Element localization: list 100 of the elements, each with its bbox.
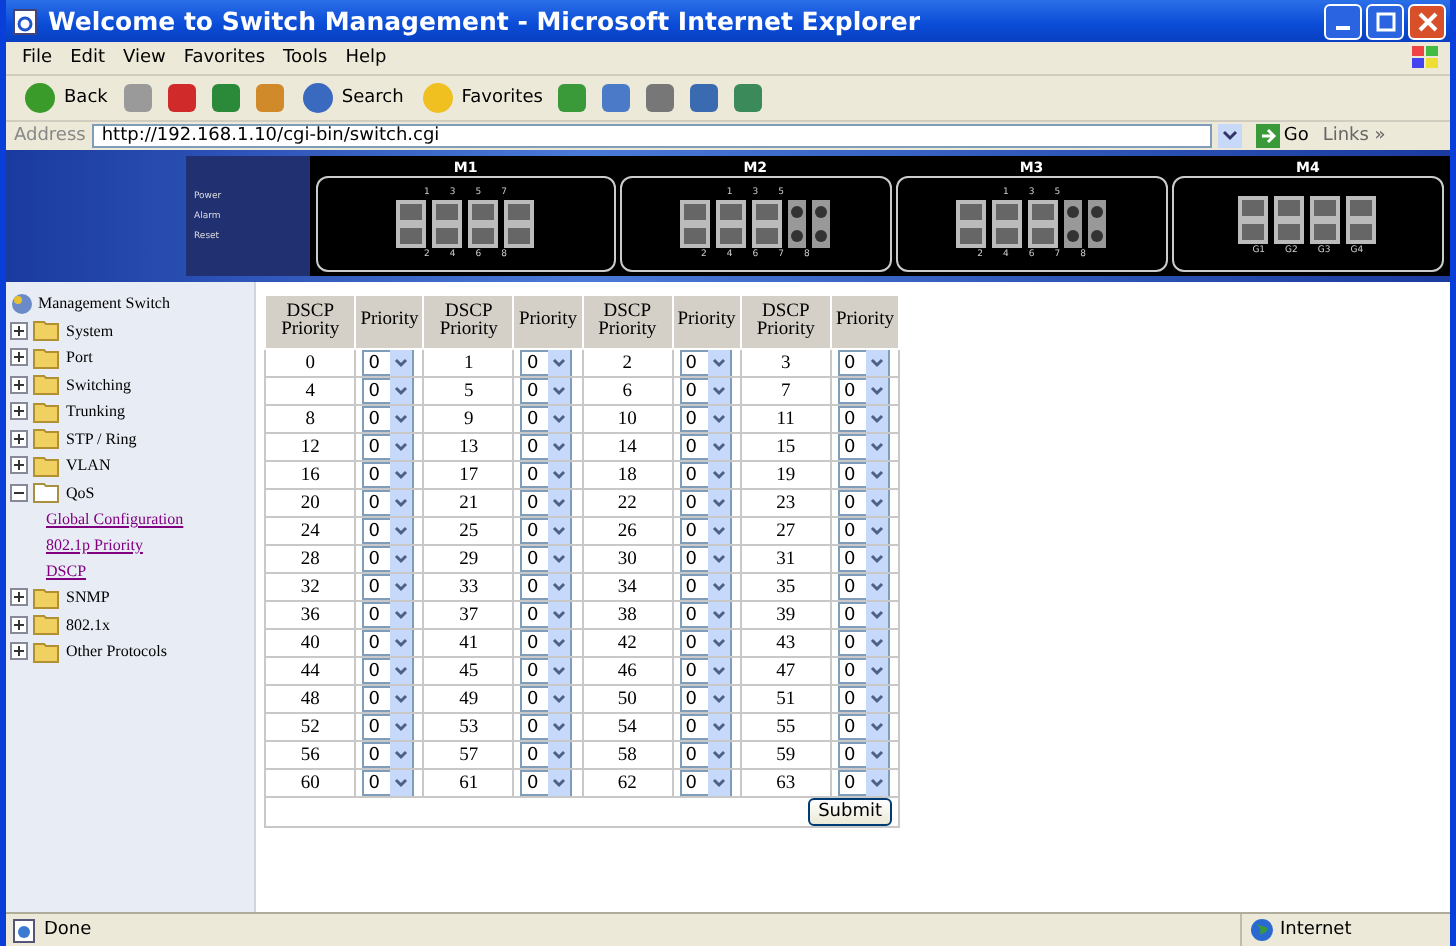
expand-icon[interactable] bbox=[10, 642, 28, 661]
priority-dropdown[interactable]: 0 bbox=[679, 490, 732, 516]
priority-dropdown[interactable]: 0 bbox=[520, 406, 573, 432]
tree-item[interactable]: Port bbox=[66, 348, 93, 367]
expand-icon[interactable] bbox=[10, 615, 28, 634]
tree-item[interactable]: 802.1x bbox=[66, 615, 110, 634]
priority-dropdown[interactable]: 0 bbox=[837, 350, 890, 376]
expand-icon[interactable] bbox=[10, 429, 28, 448]
expand-icon[interactable] bbox=[10, 348, 28, 367]
priority-dropdown[interactable]: 0 bbox=[362, 686, 415, 712]
priority-dropdown[interactable]: 0 bbox=[520, 714, 573, 740]
priority-dropdown[interactable]: 0 bbox=[837, 602, 890, 628]
tree-item[interactable]: SNMP bbox=[66, 588, 110, 607]
tree-item[interactable]: STP / Ring bbox=[66, 429, 137, 448]
priority-dropdown[interactable]: 0 bbox=[679, 518, 732, 544]
priority-dropdown[interactable]: 0 bbox=[362, 742, 415, 768]
toolbar-button[interactable]: Back bbox=[18, 80, 112, 116]
priority-dropdown[interactable]: 0 bbox=[837, 546, 890, 572]
close-button[interactable] bbox=[1408, 3, 1446, 39]
toolbar-button[interactable]: Search bbox=[295, 80, 408, 116]
priority-dropdown[interactable]: 0 bbox=[679, 574, 732, 600]
priority-dropdown[interactable]: 0 bbox=[679, 630, 732, 656]
priority-dropdown[interactable]: 0 bbox=[837, 770, 890, 796]
priority-dropdown[interactable]: 0 bbox=[520, 770, 573, 796]
priority-dropdown[interactable]: 0 bbox=[520, 574, 573, 600]
priority-dropdown[interactable]: 0 bbox=[837, 434, 890, 460]
priority-dropdown[interactable]: 0 bbox=[520, 434, 573, 460]
tree-item[interactable]: Other Protocols bbox=[66, 642, 167, 661]
menu-item[interactable]: View bbox=[123, 48, 166, 68]
priority-dropdown[interactable]: 0 bbox=[679, 770, 732, 796]
priority-dropdown[interactable]: 0 bbox=[837, 630, 890, 656]
tree-item[interactable]: QoS bbox=[66, 483, 95, 502]
priority-dropdown[interactable]: 0 bbox=[837, 658, 890, 684]
priority-dropdown[interactable]: 0 bbox=[520, 630, 573, 656]
priority-dropdown[interactable]: 0 bbox=[679, 462, 732, 488]
maximize-button[interactable] bbox=[1366, 3, 1404, 39]
priority-dropdown[interactable]: 0 bbox=[520, 378, 573, 404]
expand-icon[interactable] bbox=[10, 456, 28, 475]
priority-dropdown[interactable]: 0 bbox=[837, 742, 890, 768]
priority-dropdown[interactable]: 0 bbox=[520, 686, 573, 712]
priority-dropdown[interactable]: 0 bbox=[679, 602, 732, 628]
priority-dropdown[interactable]: 0 bbox=[679, 406, 732, 432]
priority-dropdown[interactable]: 0 bbox=[837, 462, 890, 488]
tree-item[interactable]: System bbox=[66, 321, 114, 340]
links-button[interactable]: Links » bbox=[1322, 126, 1386, 146]
menu-item[interactable]: Tools bbox=[283, 48, 328, 68]
minimize-button[interactable] bbox=[1324, 3, 1362, 39]
priority-dropdown[interactable]: 0 bbox=[837, 518, 890, 544]
priority-dropdown[interactable]: 0 bbox=[679, 350, 732, 376]
tree-item[interactable]: Switching bbox=[66, 375, 131, 394]
priority-dropdown[interactable]: 0 bbox=[362, 350, 415, 376]
priority-dropdown[interactable]: 0 bbox=[837, 574, 890, 600]
priority-dropdown[interactable]: 0 bbox=[362, 714, 415, 740]
priority-dropdown[interactable]: 0 bbox=[679, 434, 732, 460]
tree-item[interactable]: Trunking bbox=[66, 402, 125, 421]
tree-item[interactable]: VLAN bbox=[66, 456, 111, 475]
priority-dropdown[interactable]: 0 bbox=[362, 658, 415, 684]
menu-item[interactable]: Help bbox=[345, 48, 387, 68]
priority-dropdown[interactable]: 0 bbox=[520, 490, 573, 516]
tree-link[interactable]: DSCP bbox=[46, 562, 87, 580]
priority-dropdown[interactable]: 0 bbox=[362, 406, 415, 432]
menu-item[interactable]: Edit bbox=[70, 48, 105, 68]
collapse-icon[interactable] bbox=[10, 483, 28, 502]
priority-dropdown[interactable]: 0 bbox=[362, 546, 415, 572]
priority-dropdown[interactable]: 0 bbox=[679, 658, 732, 684]
priority-dropdown[interactable]: 0 bbox=[520, 742, 573, 768]
menu-item[interactable]: Favorites bbox=[183, 48, 266, 68]
priority-dropdown[interactable]: 0 bbox=[837, 490, 890, 516]
priority-dropdown[interactable]: 0 bbox=[679, 378, 732, 404]
priority-dropdown[interactable]: 0 bbox=[520, 658, 573, 684]
tree-link[interactable]: 802.1p Priority bbox=[46, 536, 143, 554]
priority-dropdown[interactable]: 0 bbox=[837, 378, 890, 404]
priority-dropdown[interactable]: 0 bbox=[520, 518, 573, 544]
priority-dropdown[interactable]: 0 bbox=[520, 602, 573, 628]
priority-dropdown[interactable]: 0 bbox=[362, 602, 415, 628]
priority-dropdown[interactable]: 0 bbox=[362, 462, 415, 488]
priority-dropdown[interactable]: 0 bbox=[362, 574, 415, 600]
tree-root-label[interactable]: Management Switch bbox=[38, 294, 170, 313]
address-field[interactable]: http://192.168.1.10/cgi-bin/switch.cgi bbox=[91, 124, 1212, 148]
priority-dropdown[interactable]: 0 bbox=[362, 630, 415, 656]
expand-icon[interactable] bbox=[10, 321, 28, 340]
priority-dropdown[interactable]: 0 bbox=[679, 742, 732, 768]
priority-dropdown[interactable]: 0 bbox=[679, 714, 732, 740]
priority-dropdown[interactable]: 0 bbox=[520, 462, 573, 488]
priority-dropdown[interactable]: 0 bbox=[362, 518, 415, 544]
priority-dropdown[interactable]: 0 bbox=[837, 406, 890, 432]
priority-dropdown[interactable]: 0 bbox=[520, 350, 573, 376]
priority-dropdown[interactable]: 0 bbox=[679, 686, 732, 712]
expand-icon[interactable] bbox=[10, 588, 28, 607]
priority-dropdown[interactable]: 0 bbox=[520, 546, 573, 572]
tree-link[interactable]: Global Configuration bbox=[46, 510, 184, 528]
priority-dropdown[interactable]: 0 bbox=[837, 686, 890, 712]
dropdown-icon[interactable] bbox=[1217, 124, 1242, 148]
priority-dropdown[interactable]: 0 bbox=[362, 490, 415, 516]
expand-icon[interactable] bbox=[10, 402, 28, 421]
go-button[interactable]: Go bbox=[1247, 124, 1317, 148]
priority-dropdown[interactable]: 0 bbox=[837, 714, 890, 740]
menu-item[interactable]: File bbox=[22, 48, 53, 68]
expand-icon[interactable] bbox=[10, 375, 28, 394]
toolbar-button[interactable]: Favorites bbox=[415, 80, 547, 116]
